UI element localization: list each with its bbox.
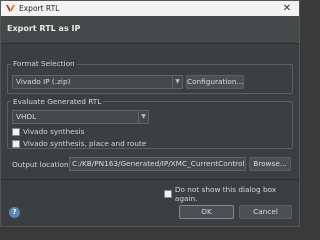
footer-divider <box>1 179 299 180</box>
export-rtl-dialog: Export RTL ✕ Export RTL as IP Format Sel… <box>0 0 300 227</box>
vivado-synthesis-checkbox[interactable]: Vivado synthesis <box>12 127 84 136</box>
language-select[interactable]: VHDL ▼ <box>12 110 149 124</box>
vivado-synthesis-label: Vivado synthesis <box>23 127 85 136</box>
evaluate-rtl-label: Evaluate Generated RTL <box>11 97 104 106</box>
format-select-value: Vivado IP (.zip) <box>16 77 71 86</box>
dialog-header: Export RTL as IP <box>1 16 299 44</box>
configuration-button[interactable]: Configuration... <box>186 75 244 89</box>
do-not-show-label: Do not show this dialog box again. <box>174 185 277 203</box>
vivado-synthesis-pr-checkbox[interactable]: Vivado synthesis, place and route <box>12 139 146 148</box>
title-bar: Export RTL ✕ <box>1 1 299 16</box>
cancel-button[interactable]: Cancel <box>239 205 292 219</box>
output-path-field[interactable]: C:/KB/PN163/Generated/IP/XMC_CurrentCont… <box>69 157 246 171</box>
dialog-heading: Export RTL as IP <box>7 24 81 33</box>
ok-button[interactable]: OK <box>179 205 234 219</box>
checkbox-box[interactable] <box>164 190 172 198</box>
help-icon[interactable]: ? <box>9 207 20 218</box>
checkbox-box[interactable] <box>12 139 20 148</box>
chevron-down-icon: ▼ <box>172 76 182 88</box>
format-select[interactable]: Vivado IP (.zip) ▼ <box>12 75 183 89</box>
close-icon[interactable]: ✕ <box>279 2 295 15</box>
chevron-down-icon: ▼ <box>138 111 148 123</box>
language-select-value: VHDL <box>16 112 37 121</box>
output-location-label: Output location: <box>12 160 72 169</box>
browse-button[interactable]: Browse... <box>249 157 291 171</box>
vivado-synthesis-pr-label: Vivado synthesis, place and route <box>23 139 147 148</box>
vivado-app-icon <box>6 4 15 13</box>
do-not-show-checkbox[interactable]: Do not show this dialog box again. <box>164 185 299 203</box>
format-selection-label: Format Selection <box>11 59 77 68</box>
window-title: Export RTL <box>19 4 60 13</box>
checkbox-box[interactable] <box>12 127 20 136</box>
